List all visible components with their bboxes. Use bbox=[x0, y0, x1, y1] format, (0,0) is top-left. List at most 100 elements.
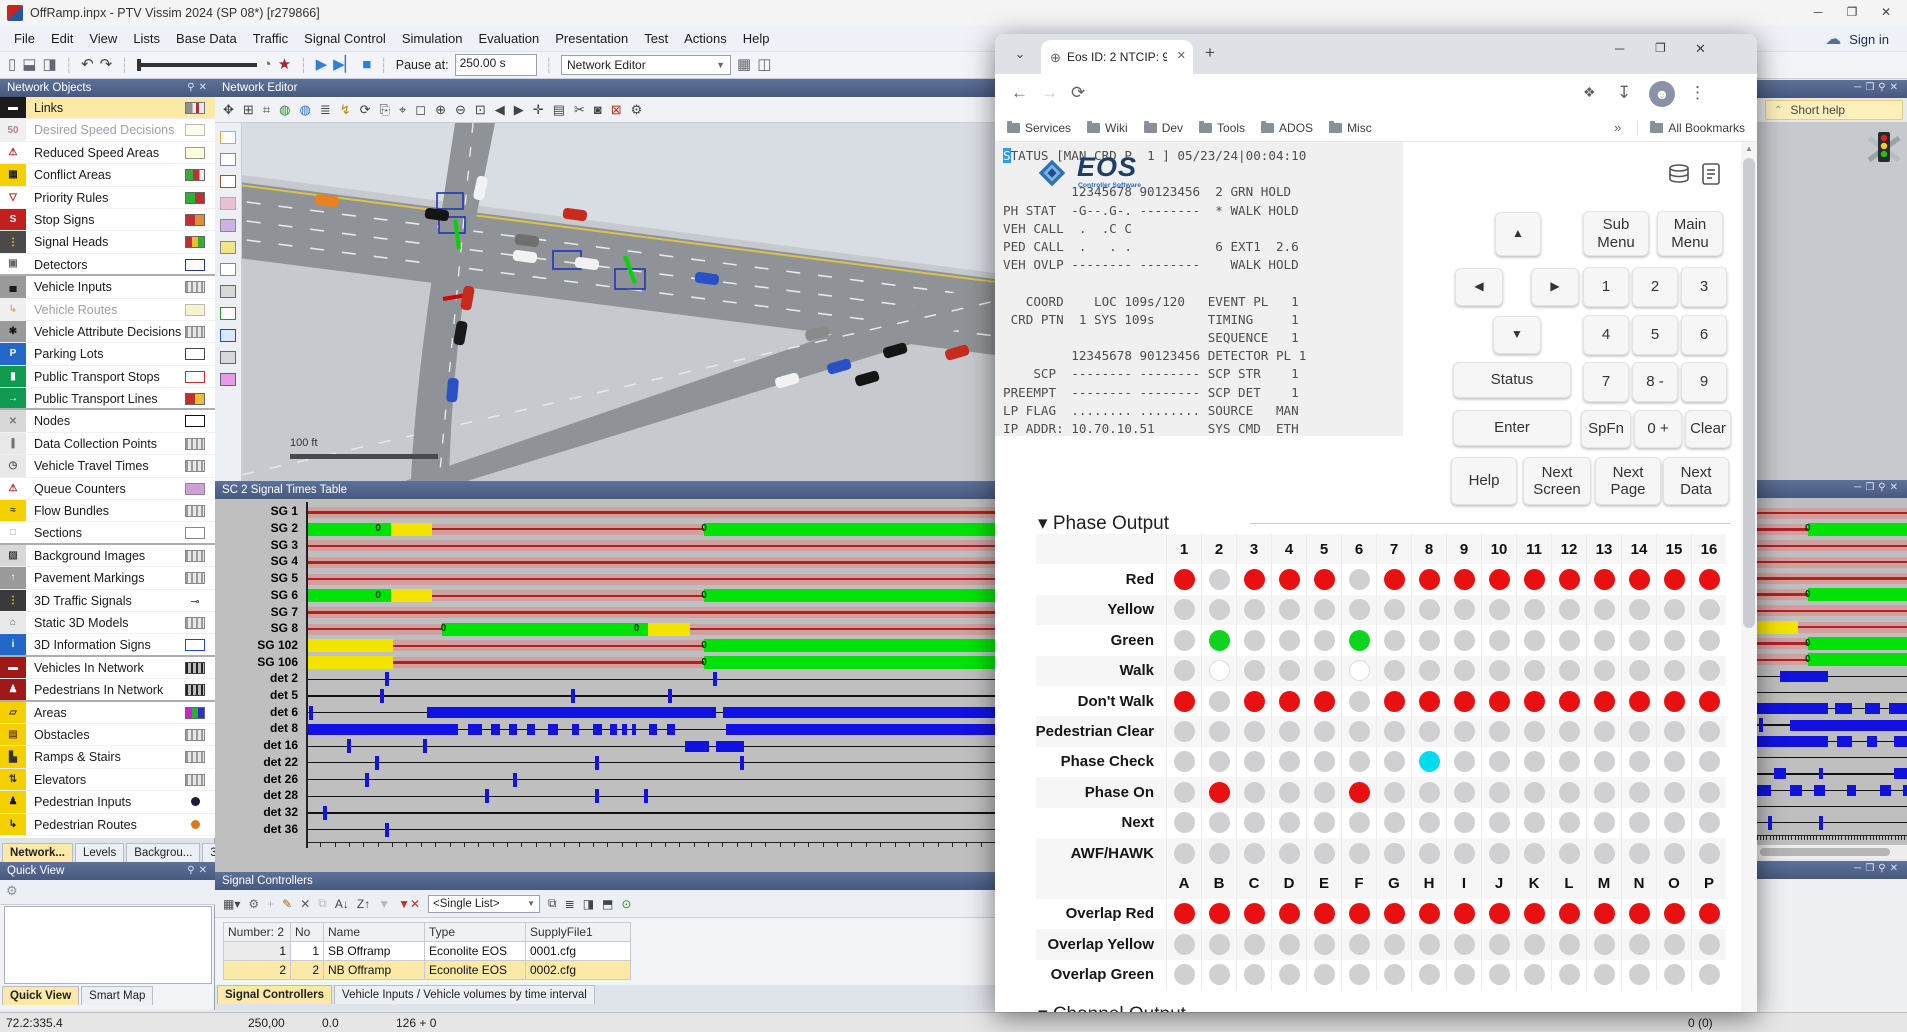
extensions-icon[interactable]: ❖ bbox=[1583, 84, 1596, 101]
keypad-next-page-button[interactable]: NextPage bbox=[1595, 457, 1661, 505]
list-toolbar-icon-6[interactable]: ⧉ bbox=[318, 896, 327, 911]
editor-list-icon[interactable]: ≣ bbox=[320, 102, 331, 118]
bookmark-ados[interactable]: ADOS bbox=[1261, 121, 1313, 135]
keypad-spfn-button[interactable]: SpFn bbox=[1581, 410, 1631, 448]
keypad---button[interactable]: ▼ bbox=[1493, 316, 1541, 354]
close-icon[interactable]: ✕ bbox=[199, 82, 211, 93]
editor-select-icon[interactable]: ✥ bbox=[223, 102, 234, 118]
editor-anchor-icon[interactable]: ⌖ bbox=[399, 102, 406, 118]
clock-icon[interactable]: ◔ bbox=[263, 54, 272, 76]
keypad-3-button[interactable]: 3 bbox=[1681, 267, 1727, 307]
pause-at-input[interactable]: 250.00 s bbox=[455, 54, 537, 76]
keypad-8--button[interactable]: 8 - bbox=[1632, 362, 1678, 402]
right-hscrollbar[interactable] bbox=[1757, 845, 1907, 859]
editor-globe-green-icon[interactable]: ◍ bbox=[279, 102, 290, 118]
browser-tab[interactable]: ⊕ Eos ID: 2 NTCIP: 9002 ✕ bbox=[1041, 40, 1193, 74]
keypad-6-button[interactable]: 6 bbox=[1681, 315, 1727, 355]
back-icon[interactable]: ← bbox=[1011, 83, 1028, 103]
list-toolbar-icon-r2[interactable]: ≣ bbox=[565, 897, 575, 911]
quick-view-content[interactable] bbox=[4, 906, 212, 984]
editor-object-tool[interactable] bbox=[220, 241, 236, 254]
maximize-icon[interactable]: ❐ bbox=[1865, 82, 1878, 93]
stop-simulation-icon[interactable]: ■ bbox=[362, 54, 371, 76]
reload-icon[interactable]: ⟳ bbox=[1071, 83, 1085, 103]
network-object-item[interactable]: ▨Background Images bbox=[0, 545, 215, 567]
profile-avatar[interactable]: ☻ bbox=[1649, 81, 1675, 107]
network-object-item[interactable]: ⚠Queue Counters bbox=[0, 478, 215, 500]
menu-item-base-data[interactable]: Base Data bbox=[168, 27, 245, 51]
open-file-icon[interactable]: ⬓ bbox=[22, 54, 36, 76]
minimize-icon[interactable]: ─ bbox=[1854, 863, 1865, 874]
editor-insert-icon[interactable]: ⊞ bbox=[243, 102, 254, 118]
maximize-button[interactable]: ❐ bbox=[1835, 0, 1869, 24]
maximize-icon[interactable]: ❐ bbox=[1865, 482, 1878, 493]
list-toolbar-icon-r1[interactable]: ⧉ bbox=[548, 896, 557, 911]
network-object-item[interactable]: ▙Ramps & Stairs bbox=[0, 746, 215, 768]
list-tab-2[interactable]: Vehicle Inputs / Vehicle volumes by time… bbox=[334, 985, 595, 1004]
keypad-1-button[interactable]: 1 bbox=[1583, 267, 1629, 307]
editor-object-tool[interactable] bbox=[220, 373, 236, 386]
network-object-item[interactable]: ⇅Elevators bbox=[0, 769, 215, 791]
editor-object-tool[interactable] bbox=[220, 197, 236, 210]
network-object-item[interactable]: ▽Priority Rules bbox=[0, 187, 215, 209]
new-tab-icon[interactable]: + bbox=[1205, 43, 1215, 63]
short-help-button[interactable]: ⌃ Short help bbox=[1765, 100, 1903, 120]
list-toolbar-icon-r5[interactable]: ⊙ bbox=[621, 897, 631, 911]
minimize-icon[interactable]: ─ bbox=[1854, 482, 1865, 493]
keypad-sub-menu-button[interactable]: SubMenu bbox=[1583, 211, 1649, 256]
keypad---button[interactable]: ▲ bbox=[1495, 212, 1541, 256]
editor-pan-icon[interactable]: ✛ bbox=[533, 102, 544, 118]
phase-output-header[interactable]: ▾ Phase Output bbox=[1038, 512, 1169, 535]
menu-item-lists[interactable]: Lists bbox=[125, 27, 168, 51]
list-toolbar-icon-r4[interactable]: ⬒ bbox=[602, 897, 613, 911]
editor-select[interactable]: Network Editor ▼ bbox=[561, 55, 731, 75]
pin-icon[interactable]: ⚲ bbox=[187, 82, 198, 93]
tab-search-chevron[interactable]: ⌄ bbox=[1007, 42, 1033, 68]
table-row[interactable]: 22NB OfframpEconolite EOS0002.cfg bbox=[224, 961, 631, 980]
editor-prev-view-icon[interactable]: ◀ bbox=[495, 102, 505, 118]
editor-rotate-icon[interactable]: ⟳ bbox=[360, 102, 371, 118]
scroll-up-icon[interactable]: ▲ bbox=[1745, 144, 1753, 153]
close-icon[interactable]: ✕ bbox=[199, 865, 211, 876]
browser-maximize-icon[interactable]: ❐ bbox=[1655, 41, 1666, 55]
report-list-icon[interactable] bbox=[1701, 162, 1721, 186]
network-object-item[interactable]: ⋮Signal Heads bbox=[0, 231, 215, 253]
column-header[interactable]: SupplyFile1 bbox=[526, 923, 631, 942]
new-file-icon[interactable]: ▯ bbox=[8, 54, 16, 76]
column-header[interactable]: Type bbox=[425, 923, 526, 942]
editor-zoom-in-icon[interactable]: ⊕ bbox=[435, 102, 446, 118]
browser-close-icon[interactable]: ✕ bbox=[1695, 41, 1706, 57]
close-button[interactable]: ✕ bbox=[1869, 0, 1903, 24]
list-toolbar-icon-2[interactable]: ⚙ bbox=[248, 897, 259, 911]
keypad-next-screen-button[interactable]: NextScreen bbox=[1523, 457, 1591, 505]
keypad-9-button[interactable]: 9 bbox=[1681, 362, 1727, 402]
close-icon[interactable]: ✕ bbox=[1890, 482, 1902, 493]
list-toolbar-icon-3[interactable]: + bbox=[267, 897, 274, 911]
bookmark-misc[interactable]: Misc bbox=[1329, 121, 1372, 135]
editor-object-tool[interactable] bbox=[220, 285, 236, 298]
network-object-item[interactable]: ↳Vehicle Routes bbox=[0, 299, 215, 321]
pin-icon[interactable]: ⚲ bbox=[187, 865, 198, 876]
keypad---button[interactable]: ◀ bbox=[1455, 268, 1503, 306]
network-object-item[interactable]: ▬Links bbox=[0, 97, 215, 119]
wrench-icon[interactable]: ⚙ bbox=[6, 883, 18, 899]
editor-zoom-fit-icon[interactable]: ⊡ bbox=[475, 102, 486, 118]
menu-item-edit[interactable]: Edit bbox=[43, 27, 81, 51]
editor-object-tool[interactable] bbox=[220, 307, 236, 320]
step-simulation-icon[interactable]: ▶▏ bbox=[333, 54, 356, 76]
keypad-next-data-button[interactable]: NextData bbox=[1663, 457, 1729, 505]
panel-tab-2[interactable]: Levels bbox=[75, 843, 124, 862]
menu-item-view[interactable]: View bbox=[81, 27, 125, 51]
network-object-item[interactable]: SStop Signs bbox=[0, 209, 215, 231]
menu-item-test[interactable]: Test bbox=[636, 27, 676, 51]
keypad-4-button[interactable]: 4 bbox=[1583, 315, 1629, 355]
keypad-help-button[interactable]: Help bbox=[1451, 457, 1517, 505]
column-header[interactable]: Name bbox=[324, 923, 425, 942]
menu-item-presentation[interactable]: Presentation bbox=[547, 27, 636, 51]
pin-icon[interactable]: ⚲ bbox=[1878, 82, 1889, 93]
column-header[interactable]: Number: 2 bbox=[224, 923, 291, 942]
minimize-button[interactable]: ─ bbox=[1801, 0, 1835, 24]
menu-item-evaluation[interactable]: Evaluation bbox=[471, 27, 548, 51]
editor-settings-icon[interactable]: ⚙ bbox=[631, 102, 643, 118]
list-toolbar-icon-8[interactable]: Z↑ bbox=[357, 897, 370, 911]
